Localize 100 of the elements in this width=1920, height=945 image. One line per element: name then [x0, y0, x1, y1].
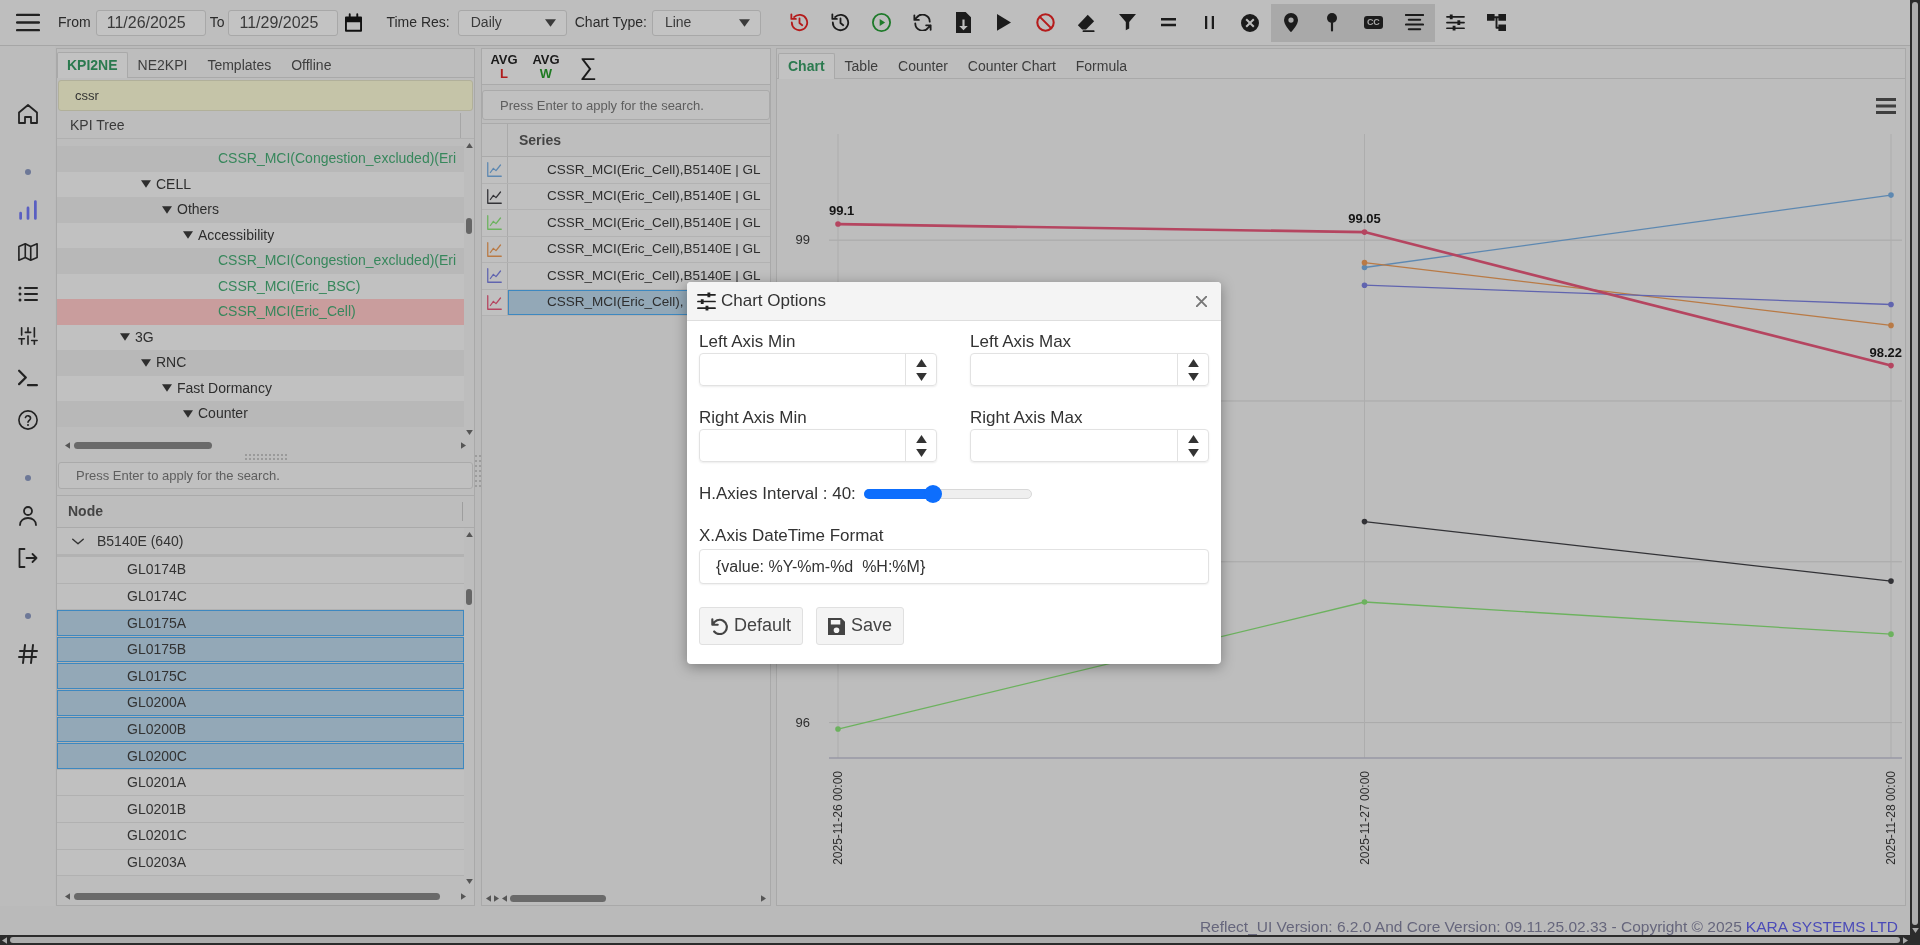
scrollbar-thumb[interactable]	[466, 589, 472, 605]
tab[interactable]: Formula	[1065, 53, 1138, 78]
chart-type-select[interactable]: Line	[651, 9, 761, 36]
scrollbar-thumb[interactable]	[1912, 2, 1918, 925]
expand-arrow-icon[interactable]	[141, 358, 151, 367]
expand-arrow-icon[interactable]	[141, 180, 151, 189]
node-item[interactable]: GL0175C	[57, 663, 464, 690]
splitter-grip[interactable]	[244, 454, 287, 460]
date-input[interactable]: 11/29/2025	[228, 9, 339, 36]
toolbar-button[interactable]	[1393, 3, 1435, 42]
spin-down-icon[interactable]	[915, 372, 927, 381]
scroll-right-arrow-icon[interactable]	[761, 894, 766, 902]
spin-up-icon[interactable]	[1187, 358, 1199, 367]
number-field[interactable]	[699, 353, 937, 386]
spin-up-icon[interactable]	[915, 434, 927, 443]
pin-icon	[1327, 13, 1338, 32]
tab[interactable]: NE2KPI	[127, 52, 198, 77]
home-icon	[17, 104, 38, 124]
data-label: 99.05	[1348, 211, 1381, 227]
column-header: Node	[57, 502, 463, 521]
expand-arrow-icon[interactable]	[120, 333, 130, 342]
dot-icon	[24, 169, 31, 175]
spin-down-icon[interactable]	[1187, 372, 1199, 381]
expand-arrow-icon[interactable]	[183, 231, 193, 240]
slider-thumb[interactable]	[923, 485, 942, 503]
tab[interactable]: Counter Chart	[957, 53, 1066, 78]
tree-item[interactable]: RNC	[57, 350, 464, 376]
scrollbar-thumb[interactable]	[74, 893, 440, 900]
tree-item[interactable]: Counter	[57, 401, 464, 427]
scrollbar-thumb[interactable]	[466, 218, 472, 234]
average-button[interactable]: AVG W	[526, 50, 566, 83]
chevron-icon[interactable]	[72, 537, 84, 545]
scroll-down-arrow-icon[interactable]	[465, 879, 473, 884]
scrollbar-thumb[interactable]	[10, 937, 1900, 943]
expand-arrow-icon[interactable]	[183, 409, 193, 418]
scroll-right-arrow-icon[interactable]	[461, 442, 466, 449]
toolbar-button[interactable]: CC	[1352, 3, 1394, 42]
close-icon	[1196, 295, 1207, 307]
scroll-up-arrow-icon[interactable]	[465, 143, 473, 148]
scrollbar-thumb[interactable]	[510, 894, 606, 902]
scroll-left-arrow-icon[interactable]	[65, 442, 70, 449]
dot-icon	[24, 613, 31, 619]
tab[interactable]: Table	[834, 53, 889, 78]
expand-arrow-icon[interactable]	[162, 205, 172, 214]
tree-item[interactable]: Accessibility	[57, 222, 464, 248]
date-input[interactable]: 11/26/2025	[95, 9, 206, 36]
tree-item[interactable]: Others	[57, 197, 464, 223]
spin-down-icon[interactable]	[1187, 448, 1199, 457]
scroll-down-arrow-icon[interactable]	[465, 430, 473, 435]
scroll-left-arrow-icon[interactable]	[2, 936, 7, 944]
spin-down-icon[interactable]	[915, 448, 927, 457]
node-item[interactable]: GL0175B	[57, 636, 464, 664]
save-button[interactable]: Save	[816, 607, 905, 645]
spin-up-icon[interactable]	[1187, 434, 1199, 443]
scroll-left-arrow-icon[interactable]	[502, 894, 507, 902]
scroll-left-arrow-icon[interactable]	[65, 893, 70, 900]
menu-icon	[15, 13, 40, 32]
company-link[interactable]: KARA SYSTEMS LTD	[1745, 918, 1898, 935]
splitter-grip[interactable]	[475, 455, 481, 487]
slider-track[interactable]	[863, 485, 1032, 503]
map-pin-icon	[1284, 12, 1299, 33]
tab[interactable]: Templates	[197, 52, 282, 77]
tree-item[interactable]: Fast Dormancy	[57, 375, 464, 401]
window-scrollbar[interactable]	[1910, 0, 1920, 935]
text-field[interactable]: {value: %Y-%m-%d %H:%M}	[699, 549, 1209, 584]
scroll-right-arrow-icon[interactable]	[1903, 936, 1908, 944]
time-resolution-select[interactable]: Daily	[457, 9, 567, 36]
default-button[interactable]: Default	[699, 607, 804, 645]
tree-item[interactable]: CELL	[57, 171, 464, 197]
node-item[interactable]: GL0200C	[57, 743, 464, 770]
number-field[interactable]	[970, 429, 1209, 462]
window-scrollbar[interactable]	[0, 935, 1910, 945]
number-field[interactable]	[970, 353, 1209, 386]
average-button[interactable]: AVG L	[484, 50, 524, 83]
tree-item[interactable]: 3G	[57, 324, 464, 350]
search-field[interactable]: Press Enter to apply for the search.	[482, 90, 770, 120]
spin-up-icon[interactable]	[915, 358, 927, 367]
tab[interactable]: Counter	[888, 53, 958, 78]
scroll-left-arrow-icon[interactable]	[486, 894, 491, 902]
tab[interactable]: Offline	[281, 52, 342, 77]
number-field[interactable]	[699, 429, 937, 462]
close-button[interactable]	[1196, 295, 1207, 307]
node-item[interactable]: GL0175A	[57, 610, 464, 637]
scroll-right-arrow-icon[interactable]	[494, 894, 499, 902]
search-field[interactable]: Press Enter to apply for the search.	[58, 462, 473, 489]
scroll-down-arrow-icon[interactable]	[1911, 928, 1919, 933]
toolbar-button[interactable]	[1270, 3, 1312, 42]
node-item[interactable]: GL0200A	[57, 689, 464, 717]
field-label: Left Axis Max	[970, 332, 1073, 352]
expand-arrow-icon[interactable]	[162, 384, 172, 393]
search-field[interactable]: cssr	[58, 80, 473, 111]
to-label: To	[209, 14, 225, 31]
sum-button[interactable]: ∑	[568, 50, 608, 83]
scrollbar-thumb[interactable]	[74, 442, 212, 449]
x-axis-label: 2025-11-26 00:00	[831, 771, 845, 865]
menu-icon[interactable]	[1876, 98, 1896, 114]
node-item[interactable]: GL0200B	[57, 716, 464, 744]
scroll-right-arrow-icon[interactable]	[461, 893, 466, 900]
scroll-up-arrow-icon[interactable]	[465, 532, 473, 537]
calendar-icon	[344, 13, 362, 32]
